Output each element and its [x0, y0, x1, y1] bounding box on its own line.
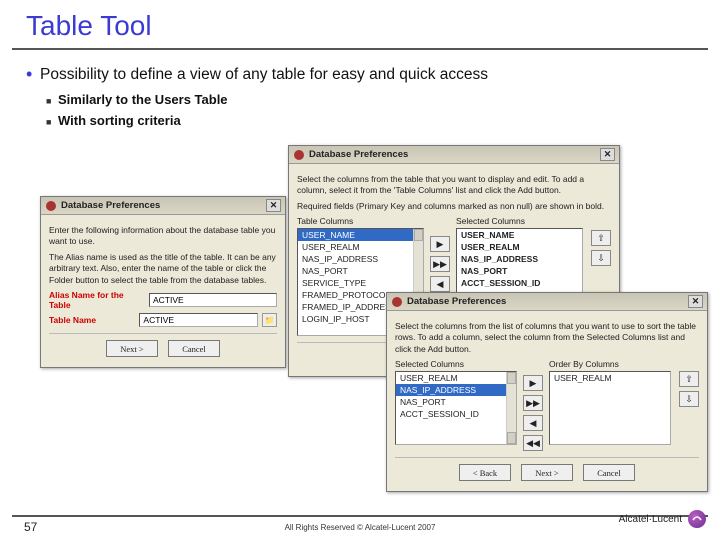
- orderby-columns-label: Order By Columns: [549, 359, 671, 369]
- dialog-orderby: Database Preferences ✕ Select the column…: [386, 292, 708, 492]
- list-item[interactable]: NAS_IP_ADDRESS: [457, 253, 582, 265]
- next-button[interactable]: Next >: [106, 340, 158, 357]
- alias-label: Alias Name for the Table: [49, 290, 145, 310]
- remove-button[interactable]: ◀: [523, 415, 543, 431]
- footer-rule: [12, 515, 708, 517]
- cancel-button[interactable]: Cancel: [168, 340, 220, 357]
- titlebar[interactable]: Database Preferences ✕: [387, 293, 707, 311]
- help-text: The Alias name is used as the title of t…: [49, 252, 277, 286]
- move-up-button[interactable]: ⇧: [679, 371, 699, 387]
- list-item[interactable]: NAS_PORT: [298, 265, 423, 277]
- dialog-content: Select the columns from the list of colu…: [387, 311, 707, 491]
- move-down-button[interactable]: ⇩: [679, 391, 699, 407]
- brand-logo: Alcatel·Lucent: [619, 510, 706, 528]
- remove-all-button[interactable]: ◀◀: [523, 435, 543, 451]
- close-icon[interactable]: ✕: [688, 295, 703, 308]
- move-up-button[interactable]: ⇧: [591, 230, 611, 246]
- cancel-button[interactable]: Cancel: [583, 464, 635, 481]
- dialog-content: Enter the following information about th…: [41, 215, 285, 367]
- button-row: Next > Cancel: [49, 333, 277, 361]
- titlebar-text: Database Preferences: [61, 200, 160, 211]
- help-text: Select the columns from the list of colu…: [395, 321, 699, 355]
- field-row-table: Table Name 📁: [49, 313, 277, 327]
- selected-columns-listbox[interactable]: USER_REALM NAS_IP_ADDRESS NAS_PORT ACCT_…: [395, 371, 517, 445]
- close-icon[interactable]: ✕: [266, 199, 281, 212]
- titlebar-text: Database Preferences: [309, 149, 408, 160]
- next-button[interactable]: Next >: [521, 464, 573, 481]
- titlebar[interactable]: Database Preferences ✕: [289, 146, 619, 164]
- help-text: Required fields (Primary Key and columns…: [297, 201, 611, 212]
- field-row-alias: Alias Name for the Table: [49, 290, 277, 310]
- gear-icon: [391, 296, 403, 308]
- footer: 57 All Rights Reserved © Alcatel-Lucent …: [0, 515, 720, 532]
- list-item[interactable]: USER_NAME: [457, 229, 582, 241]
- list-item[interactable]: NAS_PORT: [396, 396, 516, 408]
- list-item[interactable]: USER_REALM: [457, 241, 582, 253]
- alias-input[interactable]: [149, 293, 277, 307]
- list-item[interactable]: NAS_PORT: [457, 265, 582, 277]
- right-panel: Order By Columns USER_REALM: [549, 359, 671, 445]
- add-button[interactable]: ▶: [523, 375, 543, 391]
- orderby-columns-listbox[interactable]: USER_REALM: [549, 371, 671, 445]
- copyright-text: All Rights Reserved © Alcatel-Lucent 200…: [0, 523, 720, 532]
- remove-button[interactable]: ◀: [430, 276, 450, 292]
- titlebar[interactable]: Database Preferences ✕: [41, 197, 285, 215]
- titlebar-text: Database Preferences: [407, 296, 506, 307]
- list-item[interactable]: ACCT_SESSION_ID: [396, 408, 516, 420]
- gear-icon: [45, 200, 57, 212]
- move-down-button[interactable]: ⇩: [591, 250, 611, 266]
- help-text: Select the columns from the table that y…: [297, 174, 611, 197]
- list-item[interactable]: USER_REALM: [550, 372, 670, 384]
- list-item[interactable]: NAS_IP_ADDRESS: [396, 384, 516, 396]
- add-button[interactable]: ▶: [430, 236, 450, 252]
- back-button[interactable]: < Back: [459, 464, 511, 481]
- help-text: Enter the following information about th…: [49, 225, 277, 248]
- page-number: 57: [24, 520, 37, 534]
- add-all-button[interactable]: ▶▶: [523, 395, 543, 411]
- dialogs-layer: Database Preferences ✕ Enter the followi…: [0, 0, 720, 540]
- left-panel: Selected Columns USER_REALM NAS_IP_ADDRE…: [395, 359, 517, 445]
- slide: Table Tool Possibility to define a view …: [0, 0, 720, 540]
- folder-button[interactable]: 📁: [262, 313, 277, 327]
- button-row: < Back Next > Cancel: [395, 457, 699, 485]
- table-columns-label: Table Columns: [297, 216, 424, 226]
- selected-columns-label: Selected Columns: [395, 359, 517, 369]
- brand-mark-icon: [688, 510, 706, 528]
- scrollbar[interactable]: [506, 372, 516, 444]
- transfer-buttons: ▶ ▶▶ ◀ ◀◀: [523, 359, 543, 451]
- table-name-input[interactable]: [139, 313, 258, 327]
- selected-columns-label: Selected Columns: [456, 216, 583, 226]
- dialog-alias: Database Preferences ✕ Enter the followi…: [40, 196, 286, 368]
- reorder-buttons: ⇧ ⇩: [679, 359, 699, 407]
- gear-icon: [293, 149, 305, 161]
- close-icon[interactable]: ✕: [600, 148, 615, 161]
- list-item[interactable]: USER_REALM: [396, 372, 516, 384]
- column-picker: Selected Columns USER_REALM NAS_IP_ADDRE…: [395, 359, 699, 451]
- add-all-button[interactable]: ▶▶: [430, 256, 450, 272]
- reorder-buttons: ⇧ ⇩: [591, 216, 611, 266]
- list-item[interactable]: ACCT_SESSION_ID: [457, 277, 582, 289]
- list-item[interactable]: NAS_IP_ADDRESS: [298, 253, 423, 265]
- table-name-label: Table Name: [49, 315, 135, 325]
- list-item[interactable]: USER_REALM: [298, 241, 423, 253]
- list-item[interactable]: SERVICE_TYPE: [298, 277, 423, 289]
- list-item[interactable]: USER_NAME: [298, 229, 423, 241]
- brand-name: Alcatel·Lucent: [619, 514, 682, 525]
